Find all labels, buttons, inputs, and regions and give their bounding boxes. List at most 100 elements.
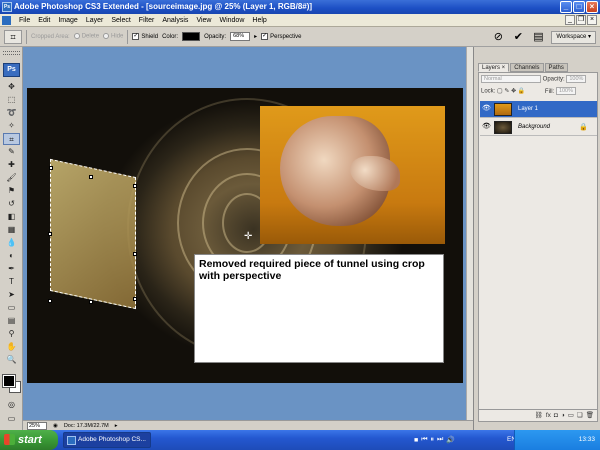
history-brush-tool-icon[interactable]: ↺ [3,198,20,210]
marquee-tool-icon[interactable]: ⬚ [3,94,20,106]
delete-option[interactable]: Delete [73,33,99,40]
canvas-vertical-scrollbar[interactable] [466,47,473,420]
close-button[interactable]: × [586,1,598,13]
start-button[interactable]: start [0,430,58,450]
panel-opacity-field[interactable]: 100% [566,75,587,83]
move-tool-icon[interactable]: ✥ [3,81,20,93]
minimize-button[interactable]: _ [560,1,572,13]
fill-field[interactable]: 100% [555,87,577,95]
crop-selection[interactable] [50,158,136,310]
layer-style-icon[interactable]: fx [546,410,551,421]
lasso-tool-icon[interactable]: ➰ [3,107,20,119]
type-tool-icon[interactable]: T [3,276,20,288]
menu-select[interactable]: Select [107,14,134,27]
lock-position-icon[interactable]: ✥ [511,89,516,95]
link-layers-icon[interactable]: ⛓ [535,410,543,421]
media-next-icon[interactable]: ⏭ [437,436,443,444]
perspective-checkbox[interactable]: ✓ [261,32,269,40]
menu-filter[interactable]: Filter [135,14,159,27]
crop-handle[interactable] [48,232,52,236]
adjustment-layer-icon[interactable]: ◑ [561,410,565,421]
shield-color-swatch[interactable] [182,32,201,41]
menu-help[interactable]: Help [248,14,270,27]
tab-layers[interactable]: Layers × [478,63,510,72]
blur-tool-icon[interactable]: 💧 [3,237,20,249]
commit-crop-icon[interactable]: ✔ [511,30,525,44]
zoom-tool-icon[interactable]: 🔍 [3,354,20,366]
eraser-tool-icon[interactable]: ◧ [3,211,20,223]
doc-minimize-button[interactable]: _ [565,15,575,25]
pen-tool-icon[interactable]: ✒ [3,263,20,275]
add-mask-icon[interactable]: ◘ [554,410,558,421]
taskbar-item-photoshop[interactable]: Adobe Photoshop CS... [63,432,151,448]
lock-pixels-icon[interactable]: ✎ [504,89,509,95]
new-group-icon[interactable]: ▭ [568,410,574,421]
tab-channels[interactable]: Channels [510,63,544,72]
hand-tool-icon[interactable]: ✋ [3,341,20,353]
clone-stamp-tool-icon[interactable]: ⚑ [3,185,20,197]
eyedropper-tool-icon[interactable]: ✎ [3,146,20,158]
screen-mode-icon[interactable]: ▭ [3,413,20,425]
menu-image[interactable]: Image [54,14,81,27]
workspace-button[interactable]: Workspace ▾ [551,30,596,44]
ps-menu-icon[interactable] [2,15,11,25]
media-volume-icon[interactable]: 🔊 [446,436,455,444]
menu-window[interactable]: Window [215,14,248,27]
magic-wand-tool-icon[interactable]: ✧ [3,120,20,132]
notes-tool-icon[interactable]: ▤ [3,315,20,327]
crop-handle[interactable] [89,300,93,304]
toolbox-grip[interactable] [3,51,20,55]
crop-handle[interactable] [133,184,137,188]
perspective-option[interactable]: ✓ Perspective [261,32,301,40]
canvas-area[interactable]: ✛ Removed required piece of tunnel using… [23,47,473,420]
maximize-button[interactable]: □ [573,1,585,13]
path-selection-tool-icon[interactable]: ➤ [3,289,20,301]
tool-presets-icon[interactable]: ▤ [531,30,545,44]
media-pause-icon[interactable]: ⏸ [431,436,435,444]
crop-tool-preset-icon[interactable]: ⌗ [4,29,22,44]
ps-logo-icon[interactable]: Ps [3,63,20,77]
layer-row-background[interactable]: 👁 Background 🔒 [480,119,597,136]
color-swatches[interactable] [2,374,21,393]
tab-paths[interactable]: Paths [544,63,568,72]
status-arrow-icon[interactable]: ▸ [115,423,118,429]
dodge-tool-icon[interactable]: ◐ [3,250,20,262]
foreground-color-swatch[interactable] [2,374,16,388]
cancel-crop-icon[interactable]: ⊘ [491,30,505,44]
doc-close-button[interactable]: × [587,15,597,25]
menu-layer[interactable]: Layer [82,14,108,27]
crop-handle[interactable] [49,166,53,170]
visibility-eye-icon[interactable]: 👁 [482,123,491,131]
crop-handle[interactable] [48,299,52,303]
menu-view[interactable]: View [192,14,215,27]
menu-file[interactable]: File [15,14,34,27]
menu-analysis[interactable]: Analysis [158,14,192,27]
shield-option[interactable]: ✓ Shield [132,32,158,40]
status-icon[interactable]: ◉ [53,423,58,429]
eyedropper-sample-tool-icon[interactable]: ⚲ [3,328,20,340]
crop-handle[interactable] [133,252,137,256]
menu-edit[interactable]: Edit [34,14,54,27]
opacity-field[interactable]: 68% [230,32,251,41]
crop-handle[interactable] [89,175,93,179]
shape-tool-icon[interactable]: ▭ [3,302,20,314]
hide-option[interactable]: Hide [103,33,123,40]
new-layer-icon[interactable]: ❏ [577,410,583,421]
lock-transparency-icon[interactable]: ▢ [497,89,503,95]
layer-row-layer-1[interactable]: 👁 Layer 1 [480,101,597,118]
delete-layer-icon[interactable]: 🗑 [586,410,594,421]
opacity-arrow-icon[interactable]: ▸ [254,33,257,40]
dragon-layer-image[interactable] [260,106,445,244]
healing-brush-tool-icon[interactable]: ✚ [3,159,20,171]
lock-all-icon[interactable]: 🔒 [518,89,525,95]
visibility-eye-icon[interactable]: 👁 [482,105,491,113]
brush-tool-icon[interactable]: 🖌 [3,172,20,184]
gradient-tool-icon[interactable]: ▦ [3,224,20,236]
zoom-field[interactable]: 25% [27,421,47,430]
quick-mask-icon[interactable]: ◎ [3,399,20,411]
blend-mode-select[interactable]: Normal [481,75,541,83]
doc-restore-button[interactable]: ❐ [576,15,586,25]
hide-radio[interactable] [103,33,110,40]
media-prev-icon[interactable]: ⏮ [421,436,427,444]
media-stop-icon[interactable]: ■ [414,437,418,444]
